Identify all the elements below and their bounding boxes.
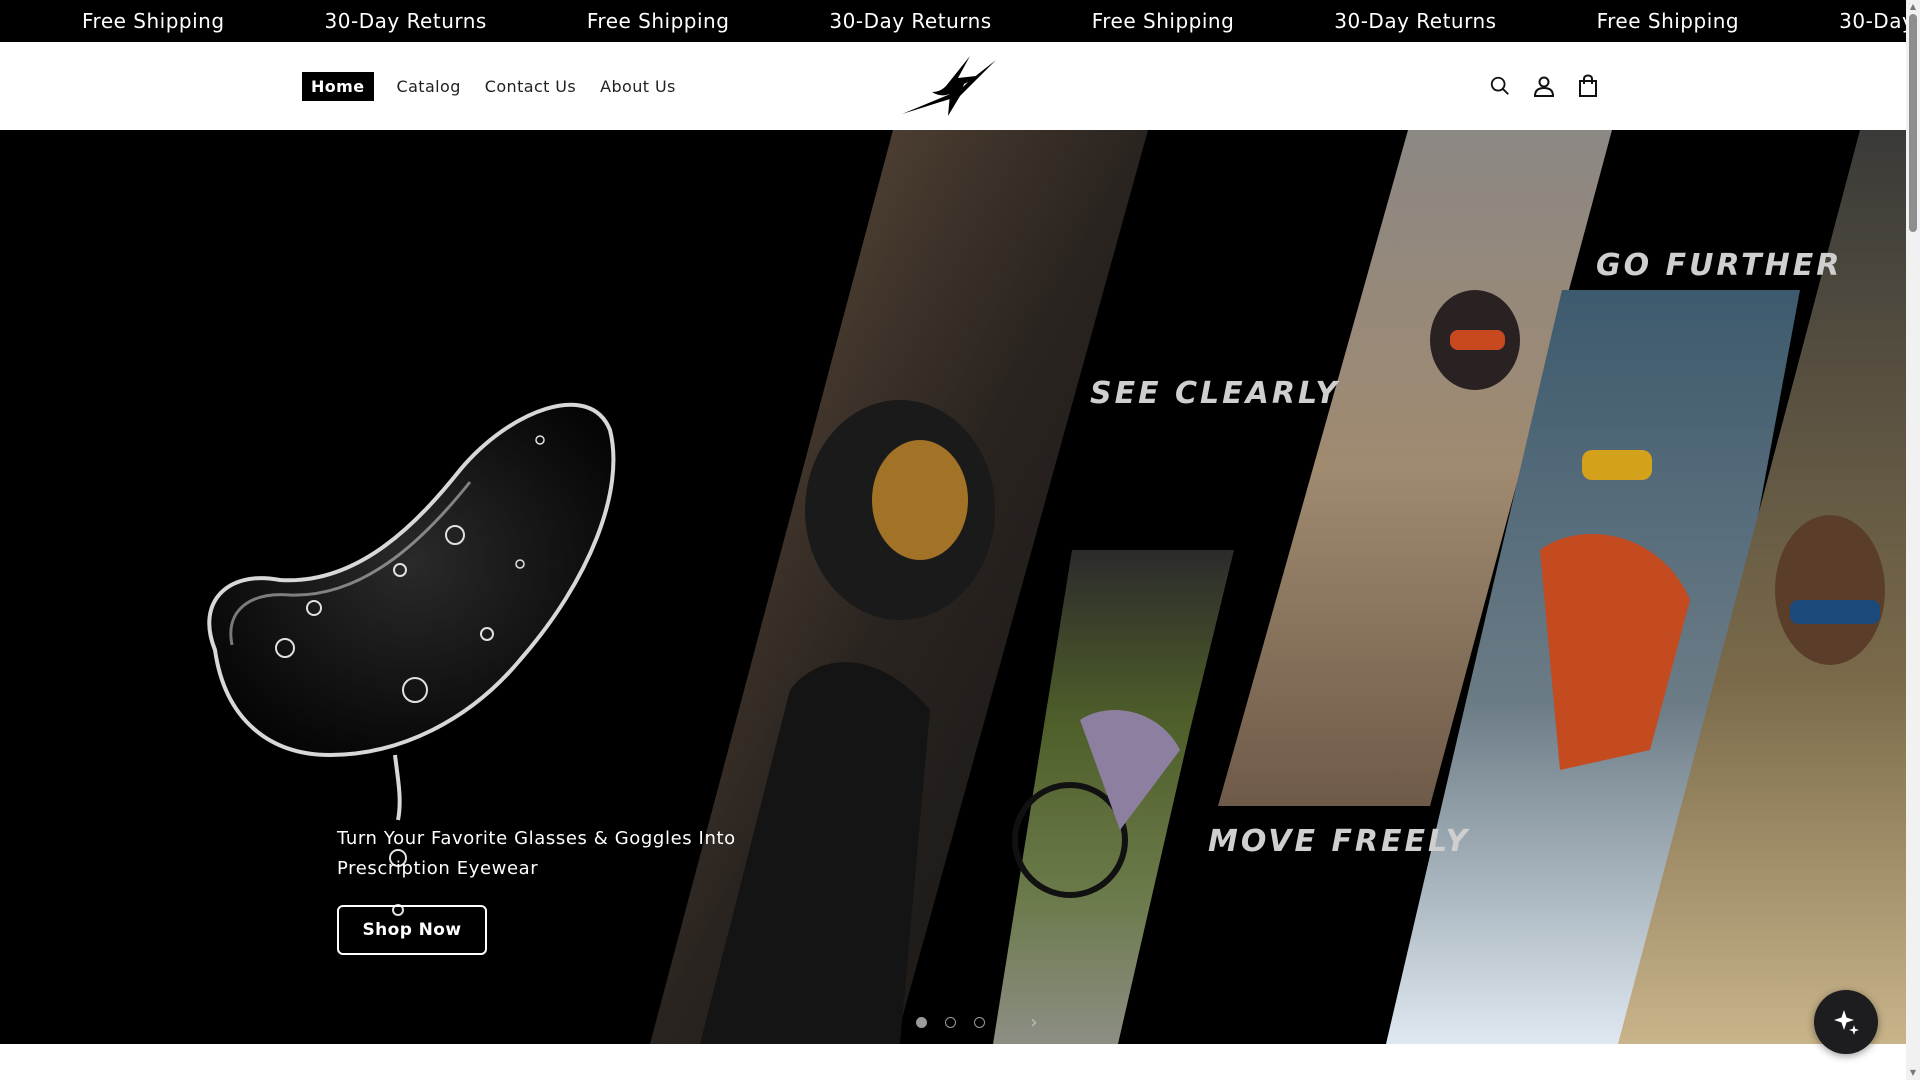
announcement-bar: Free Shipping 30-Day Returns Free Shippi… [0,0,1906,42]
announcement-item: Free Shipping [1596,9,1740,33]
next-slide-arrow-icon[interactable]: › [1024,1010,1044,1034]
slideshow-dots [916,1017,985,1028]
nav-home[interactable]: Home [302,71,374,101]
announcement-item: Free Shipping [82,9,225,33]
scrollbar-thumb[interactable] [1909,14,1917,232]
tagline-go-further: GO FURTHER [1596,248,1843,283]
sparkle-icon [1834,1010,1859,1035]
hero-subtitle: Turn Your Favorite Glasses & Goggles Int… [337,828,736,879]
ai-assistant-button[interactable] [1814,990,1878,1054]
search-icon[interactable] [1488,74,1512,98]
tagline-see-clearly: SEE CLEARLY [1090,376,1341,411]
scroll-down-icon[interactable]: ▼ [1908,1068,1918,1078]
nav-contact-us[interactable]: Contact Us [476,72,585,101]
nav-about-us[interactable]: About Us [591,72,685,101]
cart-icon[interactable] [1576,74,1600,98]
main-nav: Home Catalog Contact Us About Us [302,42,685,130]
announcement-item: 30-Day Returns [1839,9,1906,33]
announcement-item: 30-Day Returns [1334,9,1497,33]
announcement-item: Free Shipping [586,9,730,33]
announcement-item: 30-Day Returns [324,9,487,33]
announcement-item: 30-Day Returns [829,9,992,33]
announcement-item: Free Shipping [1091,9,1235,33]
slide-dot-1[interactable] [916,1017,927,1028]
page-scrollbar[interactable]: ▲ ▼ [1906,0,1920,1080]
brand-logo[interactable] [898,50,1002,122]
site-header: Home Catalog Contact Us About Us [0,42,1906,130]
tagline-move-freely: MOVE FREELY [1208,824,1471,859]
slide-dot-2[interactable] [945,1017,956,1028]
announcement-track: Free Shipping 30-Day Returns Free Shippi… [82,0,1906,42]
nav-catalog[interactable]: Catalog [388,72,470,101]
shop-now-button[interactable]: Shop Now [337,905,487,955]
scroll-up-icon[interactable]: ▲ [1908,2,1918,12]
slide-dot-3[interactable] [974,1017,985,1028]
account-icon[interactable] [1532,74,1556,98]
hero-banner: SEE CLEARLY GO FURTHER MOVE FREELY Turn … [0,130,1906,1044]
header-icons [1488,42,1600,130]
